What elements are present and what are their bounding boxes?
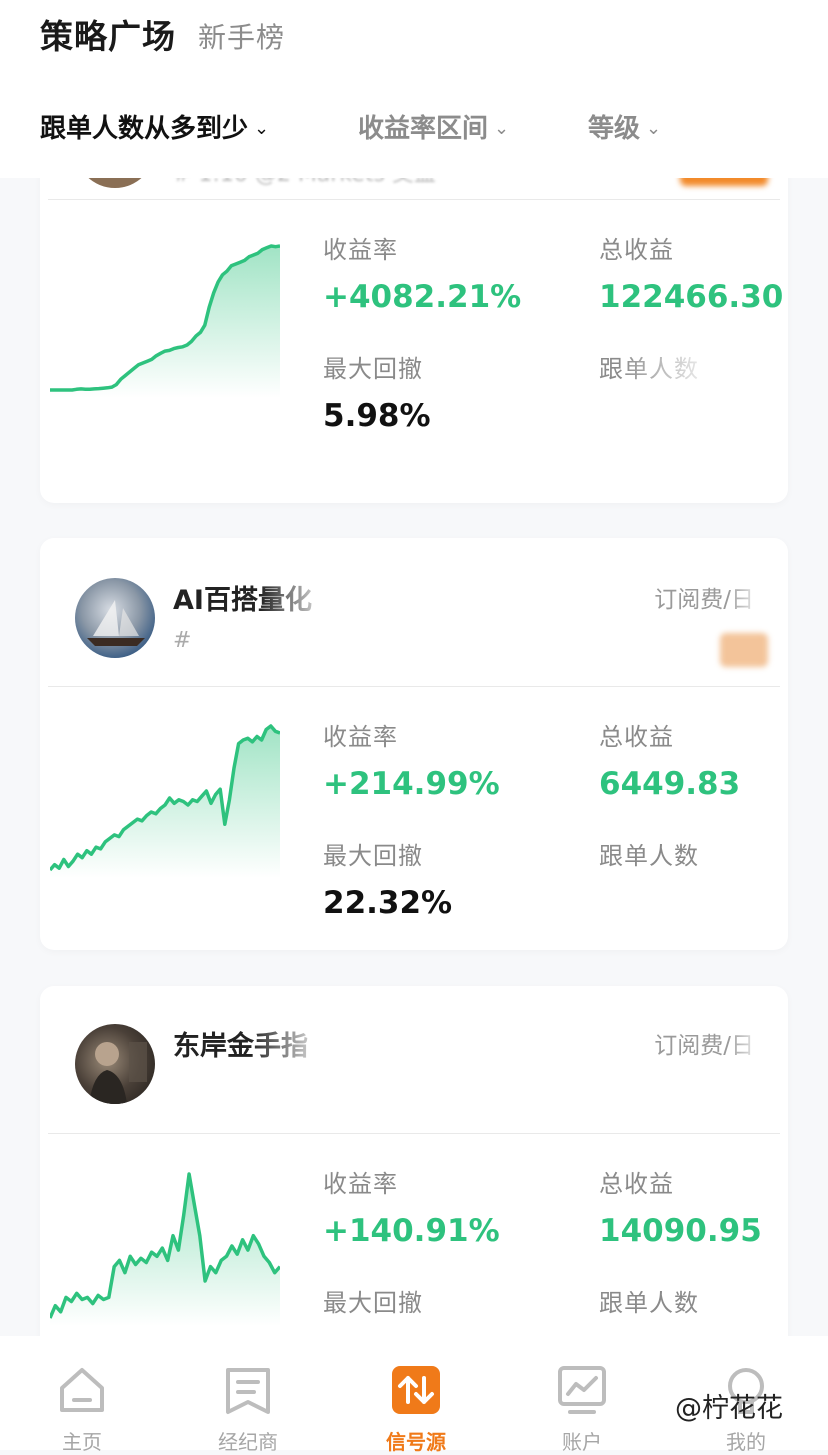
divider xyxy=(48,199,780,200)
return-rate-label: 收益率 xyxy=(323,723,398,751)
tab-signal-source[interactable]: 信号源 xyxy=(351,1336,481,1454)
tab-label: 信号源 xyxy=(386,1430,446,1454)
chart-area-fill xyxy=(50,246,280,398)
return-rate-value: +214.99% xyxy=(323,766,500,802)
filter-level[interactable]: 等级 ⌄ xyxy=(588,108,661,145)
blur-overlay xyxy=(728,578,788,618)
return-rate-label: 收益率 xyxy=(323,236,398,264)
total-profit-value: 14090.95 xyxy=(599,1213,762,1249)
filter-followers-sort[interactable]: 跟单人数从多到少 ⌄ xyxy=(40,108,269,145)
max-drawdown-value: 5.98% xyxy=(323,398,431,434)
chevron-down-icon: ⌄ xyxy=(646,118,662,139)
equity-curve-chart xyxy=(50,724,280,878)
tab-broker[interactable]: 经纪商 xyxy=(183,1336,313,1454)
total-profit-value: 122466.30 xyxy=(599,279,784,315)
chevron-down-icon: ⌄ xyxy=(494,118,510,139)
blur-overlay xyxy=(250,1022,380,1064)
tab-label: 我的 xyxy=(726,1430,766,1454)
blur-overlay xyxy=(260,576,380,618)
total-profit-label: 总收益 xyxy=(599,723,674,751)
top-bar: 策略广场 新手榜 跟单人数从多到少 ⌄ 收益率区间 ⌄ 等级 ⌄ xyxy=(0,0,828,178)
strategy-card[interactable]: # 1:10 @2 Markets 交益 收益率 +4082.21% 总收益 1… xyxy=(40,178,788,503)
tab-newbie-ranking[interactable]: 新手榜 xyxy=(198,16,285,56)
equity-curve-chart xyxy=(50,244,280,398)
account-chart-icon xyxy=(558,1366,606,1414)
total-profit-label: 总收益 xyxy=(599,236,674,264)
tab-home[interactable]: 主页 xyxy=(17,1336,147,1454)
filter-label: 等级 xyxy=(588,114,641,144)
blurred-fee-badge xyxy=(720,633,768,667)
strategy-list[interactable]: # 1:10 @2 Markets 交益 收益率 +4082.21% 总收益 1… xyxy=(0,178,828,1336)
return-rate-value: +140.91% xyxy=(323,1213,500,1249)
max-drawdown-label: 最大回撤 xyxy=(323,355,423,383)
followers-label: 跟单人数 xyxy=(599,842,699,870)
blurred-fee-badge xyxy=(680,178,768,186)
equity-curve-chart xyxy=(50,1172,280,1326)
max-drawdown-label: 最大回撤 xyxy=(323,1289,423,1317)
tab-label: 经纪商 xyxy=(218,1430,278,1454)
page-title[interactable]: 策略广场 xyxy=(40,10,176,58)
total-profit-value: 6449.83 xyxy=(599,766,741,802)
max-drawdown-label: 最大回撤 xyxy=(323,842,423,870)
strategy-tag: # 1:10 @2 Markets 交益 xyxy=(173,178,436,188)
divider xyxy=(48,686,780,687)
tab-label: 账户 xyxy=(562,1430,602,1454)
strategy-card[interactable]: 东岸金手指 订阅费/日 收益率 +140.91% 总收益 14090.95 最大… xyxy=(40,986,788,1336)
filter-label: 跟单人数从多到少 xyxy=(40,114,249,144)
chevron-down-icon: ⌄ xyxy=(254,118,270,139)
avatar xyxy=(75,1024,155,1104)
return-rate-label: 收益率 xyxy=(323,1170,398,1198)
tab-label: 主页 xyxy=(62,1430,102,1454)
blur-overlay xyxy=(728,1024,788,1064)
watermark-text: @柠花花 xyxy=(675,1393,783,1424)
total-profit-label: 总收益 xyxy=(599,1170,674,1198)
filter-return-range[interactable]: 收益率区间 ⌄ xyxy=(358,108,509,145)
avatar xyxy=(75,178,155,188)
followers-label: 跟单人数 xyxy=(599,1289,699,1317)
home-icon xyxy=(60,1368,104,1412)
divider xyxy=(48,1133,780,1134)
max-drawdown-value: 22.32% xyxy=(323,885,453,921)
strategy-card[interactable]: AI百搭量化 # 订阅费/日 收益率 +214.99% 总收益 6449.83 … xyxy=(40,538,788,950)
filter-label: 收益率区间 xyxy=(358,114,489,144)
avatar xyxy=(75,578,155,658)
strategy-tag: # xyxy=(173,628,192,653)
tab-account[interactable]: 账户 xyxy=(517,1336,647,1454)
blur-overlay xyxy=(618,344,788,384)
return-rate-value: +4082.21% xyxy=(323,279,522,315)
broker-icon xyxy=(226,1368,270,1414)
signal-icon xyxy=(392,1366,440,1414)
